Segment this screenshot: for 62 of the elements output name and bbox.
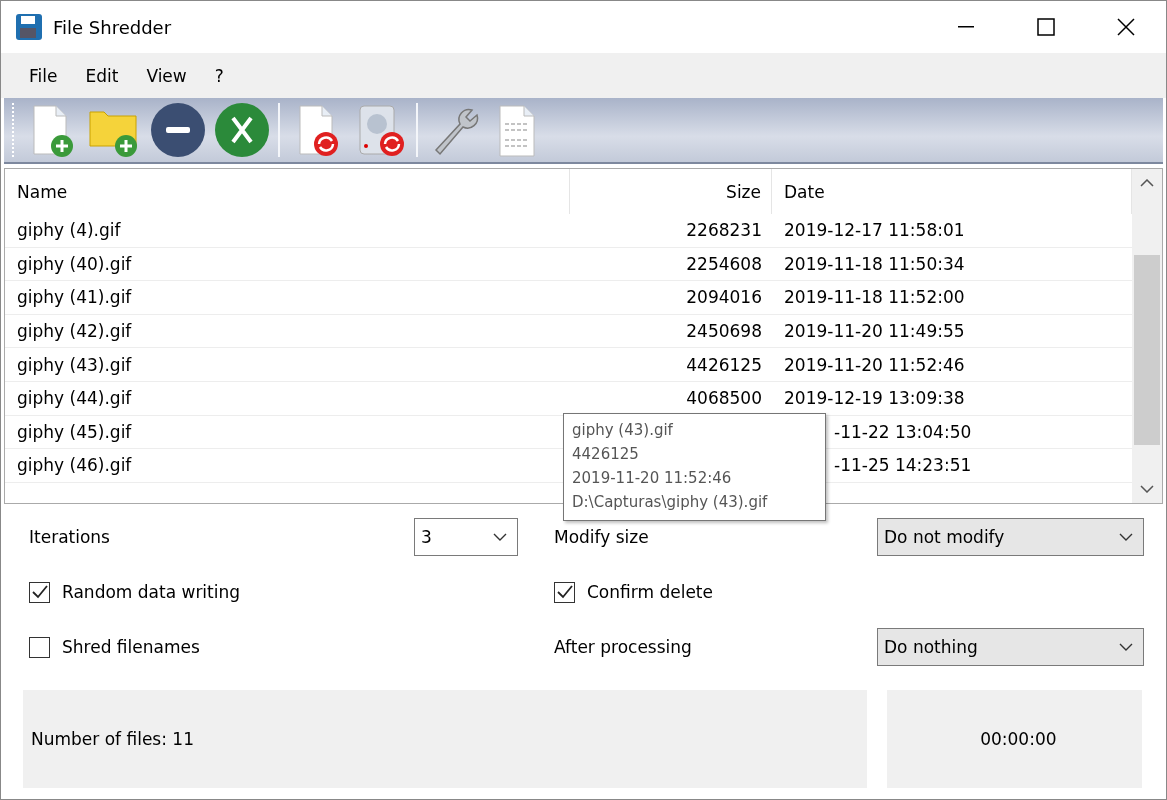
- menu-item[interactable]: ?: [200, 61, 238, 90]
- table-cell-text: 4068500: [685, 387, 763, 411]
- tooltip-text: 2019-11-20 11:52:46: [572, 468, 733, 489]
- checkbox-label: Random data writing: [62, 582, 241, 602]
- elapsed-time: 00:00:00: [980, 729, 1057, 749]
- table-cell-text: 2254608: [685, 252, 763, 276]
- checkbox-label: Shred filenames: [62, 637, 200, 657]
- chevron-down-icon: [493, 533, 507, 541]
- window-title: File Shredder: [53, 16, 173, 38]
- table-cell-text: 2019-11-18 11:50:34: [783, 252, 966, 276]
- table-cell-text: 2450698: [685, 320, 763, 344]
- maximize-icon: [1037, 18, 1055, 36]
- app-icon: [15, 13, 43, 41]
- clear-icon: [212, 100, 272, 160]
- toolbar-button[interactable]: [148, 100, 208, 160]
- modify-size-label: Modify size: [554, 527, 650, 547]
- minimize-icon: [958, 26, 974, 28]
- table-cell-text: giphy (44).gif: [16, 387, 133, 411]
- table-cell-text: giphy (4).gif: [16, 219, 122, 243]
- table-cell-text: -11-25 14:23:51: [833, 454, 973, 478]
- iterations-label: Iterations: [29, 527, 111, 547]
- table-cell-text: giphy (46).gif: [16, 454, 133, 478]
- checkbox[interactable]: [29, 636, 50, 658]
- iterations-dropdown[interactable]: 3: [414, 518, 518, 556]
- table-cell-text: 2019-12-19 13:09:38: [783, 387, 966, 411]
- close-icon: [1117, 18, 1135, 36]
- column-header[interactable]: Name: [5, 169, 570, 214]
- table-cell-text: 2094016: [685, 286, 763, 310]
- after-processing-label: After processing: [554, 637, 693, 657]
- modify-size-dropdown[interactable]: Do not modify: [877, 518, 1144, 556]
- table-cell-text: giphy (41).gif: [16, 286, 133, 310]
- scrollbar-thumb[interactable]: [1134, 255, 1160, 445]
- remove-icon: [148, 100, 208, 160]
- table-cell-text: 2019-11-18 11:52:00: [783, 286, 966, 310]
- checkbox-label: Confirm delete: [587, 582, 713, 602]
- scroll-up-icon[interactable]: [1140, 179, 1154, 187]
- table-cell-text: giphy (43).gif: [16, 353, 133, 377]
- table-cell-text: giphy (40).gif: [16, 252, 133, 276]
- file-count: Number of files: 11: [31, 729, 194, 749]
- table-cell-text: giphy (45).gif: [16, 420, 133, 444]
- table-cell-text: -11-22 13:04:50: [833, 420, 973, 444]
- column-header[interactable]: Size: [570, 169, 772, 214]
- table-cell-text: 4426125: [685, 353, 763, 377]
- tooltip-text: giphy (43).gif: [572, 420, 674, 441]
- table-cell-text: 2019-12-17 11:58:01: [783, 219, 966, 243]
- tooltip-text: 4426125: [572, 444, 640, 465]
- table-cell-text: 2268231: [685, 219, 763, 243]
- table-cell-text: 2019-11-20 11:49:55: [783, 320, 966, 344]
- menu-item[interactable]: File: [15, 61, 72, 90]
- menu-item[interactable]: View: [132, 61, 201, 90]
- after-processing-dropdown[interactable]: Do nothing: [877, 628, 1144, 666]
- tooltip-text: D:\Capturas\giphy (43).gif: [572, 492, 769, 513]
- chevron-down-icon: [1119, 643, 1133, 651]
- checkbox[interactable]: [554, 581, 575, 603]
- scroll-down-icon[interactable]: [1140, 485, 1154, 493]
- checkbox[interactable]: [29, 581, 50, 603]
- table-cell-text: giphy (42).gif: [16, 320, 133, 344]
- chevron-down-icon: [1119, 533, 1133, 541]
- toolbar-button[interactable]: [212, 100, 272, 160]
- menu-item[interactable]: Edit: [71, 61, 133, 90]
- scrollbar[interactable]: [1132, 169, 1162, 503]
- table-cell-text: 2019-11-20 11:52:46: [783, 353, 966, 377]
